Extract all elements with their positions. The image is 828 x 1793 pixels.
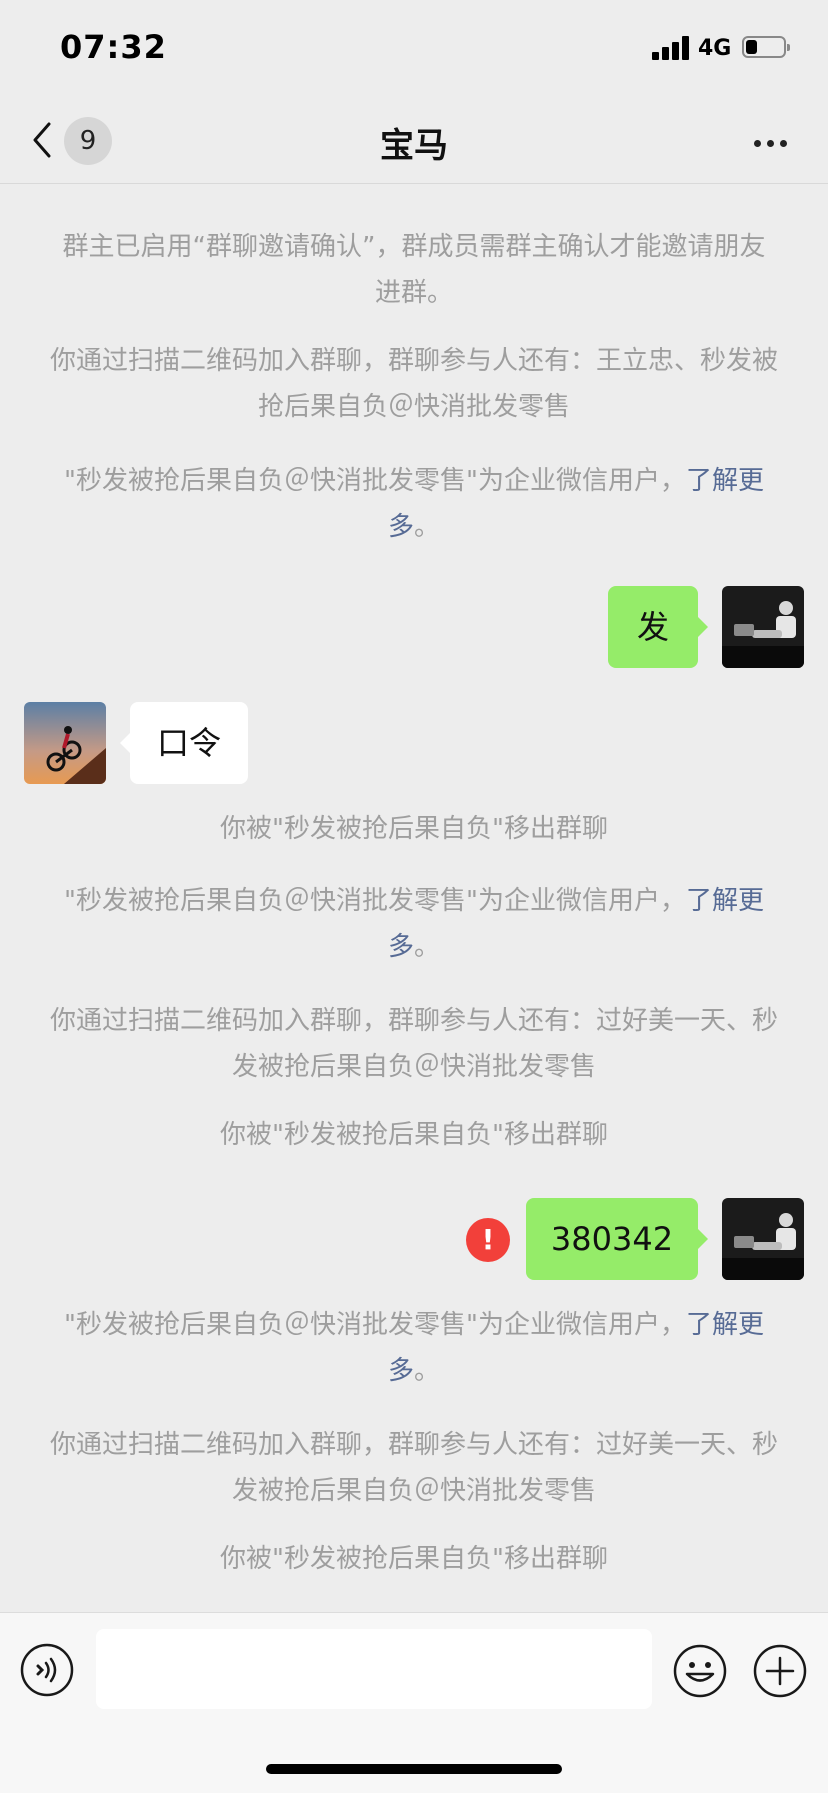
home-indicator <box>266 1764 562 1774</box>
chat-title: 宝马 <box>380 126 448 166</box>
network-label: 4G <box>698 36 732 61</box>
system-message-text: "秒发被抢后果自负＠快消批发零售"为企业微信用户， <box>64 1310 686 1340</box>
my-avatar[interactable] <box>722 586 804 668</box>
system-message: 你通过扫描二维码加入群聊，群聊参与人还有：过好美一天、秒发被抢后果自负＠快消批发… <box>50 1006 779 1082</box>
nav-bar: 9 宝马 <box>0 100 828 184</box>
emoji-icon[interactable] <box>672 1643 728 1699</box>
system-message: 你通过扫描二维码加入群聊，群聊参与人还有：王立忠、秒发被抢后果自负＠快消批发零售 <box>50 346 779 422</box>
voice-icon[interactable] <box>20 1643 74 1697</box>
system-message: 你被"秒发被抢后果自负"移出群聊 <box>220 1544 608 1574</box>
battery-level <box>746 40 757 54</box>
system-message: "秒发被抢后果自负＠快消批发零售"为企业微信用户，了解更多。 <box>50 458 778 550</box>
system-message: 你被"秒发被抢后果自负"移出群聊 <box>220 1120 608 1150</box>
system-message: "秒发被抢后果自负＠快消批发零售"为企业微信用户，了解更多。 <box>50 878 778 970</box>
system-message-end: 。 <box>414 512 441 542</box>
system-message-end: 。 <box>414 1356 441 1386</box>
my-avatar[interactable] <box>722 1198 804 1280</box>
system-message-end: 。 <box>414 932 441 962</box>
status-time: 07:32 <box>60 28 167 66</box>
system-message: 你通过扫描二维码加入群聊，群聊参与人还有：过好美一天、秒发被抢后果自负＠快消批发… <box>50 1430 779 1506</box>
more-button[interactable] <box>746 124 796 164</box>
battery-icon <box>742 36 790 58</box>
message-input[interactable] <box>96 1629 652 1709</box>
error-icon[interactable]: ! <box>466 1218 510 1262</box>
my-message-bubble[interactable]: 发 <box>608 586 708 668</box>
system-message: 群主已启用“群聊邀请确认”，群成员需群主确认才能邀请朋友进群。 <box>62 232 766 308</box>
member-avatar[interactable] <box>24 702 106 784</box>
status-bar: 07:32 4G <box>0 0 828 100</box>
system-message-text: "秒发被抢后果自负＠快消批发零售"为企业微信用户， <box>64 466 686 496</box>
more-dots-icon <box>754 140 761 147</box>
plus-icon[interactable] <box>752 1643 808 1699</box>
timestamp-cut: 07:28 <box>374 184 443 186</box>
system-message-text: "秒发被抢后果自负＠快消批发零售"为企业微信用户， <box>64 886 686 916</box>
my-message-bubble[interactable]: 380342 <box>526 1198 708 1280</box>
signal-icon <box>652 36 690 60</box>
unread-count-badge: 9 <box>64 117 112 165</box>
system-message: 你被"秒发被抢后果自负"移出群聊 <box>220 814 608 844</box>
member-message-bubble[interactable]: 口令 <box>120 702 248 784</box>
chevron-left-icon <box>33 122 51 158</box>
system-message: "秒发被抢后果自负＠快消批发零售"为企业微信用户，了解更多。 <box>50 1302 778 1394</box>
back-button[interactable]: 9 <box>28 114 124 170</box>
chat-area[interactable]: 07:28 群主已启用“群聊邀请确认”，群成员需群主确认才能邀请朋友进群。 你通… <box>0 184 828 1610</box>
